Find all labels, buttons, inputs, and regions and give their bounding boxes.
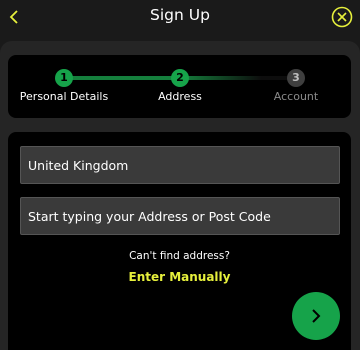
step-2-label: Address [158,90,202,103]
step-2-indicator: 2 [171,69,189,87]
enter-manually-link[interactable]: Enter Manually [8,270,351,284]
cant-find-address-text: Can't find address? [129,250,230,262]
step-connector-1 [64,76,180,80]
page-title: Sign Up [150,6,210,24]
chevron-right-icon [312,309,321,323]
close-icon[interactable] [331,6,353,28]
step-1-indicator: 1 [55,69,73,87]
progress-stepper: 1 Personal Details 2 Address 3 Account [8,55,351,118]
step-3-indicator: 3 [287,69,305,87]
step-connector-2 [180,76,296,80]
step-1-label: Personal Details [19,90,109,103]
country-select[interactable]: United Kingdom [20,146,340,184]
next-button[interactable] [292,292,340,340]
header-bar: Sign Up [0,0,360,36]
address-search-input[interactable]: Start typing your Address or Post Code [20,197,340,235]
step-3-label: Account [273,90,319,103]
